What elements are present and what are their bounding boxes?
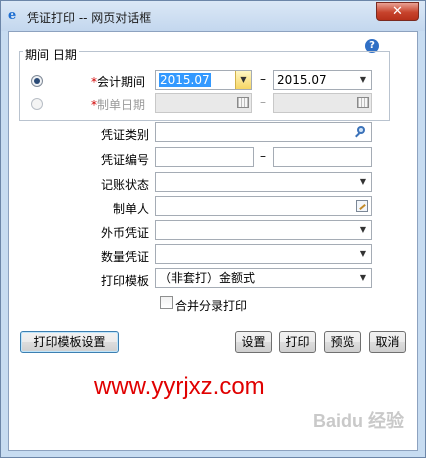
voucher-number-to-input[interactable]: [273, 147, 372, 167]
date-separator: –: [260, 95, 266, 109]
chevron-down-icon[interactable]: ▼: [355, 221, 371, 239]
calendar-icon[interactable]: [357, 97, 369, 108]
accounting-period-to-value: 2015.07: [277, 73, 327, 87]
accounting-period-radio[interactable]: [31, 75, 43, 87]
print-template-settings-button[interactable]: 打印模板设置: [20, 331, 119, 353]
voucher-type-label: 凭证类别: [101, 128, 150, 142]
settings-button[interactable]: 设置: [235, 331, 272, 353]
foreign-currency-select[interactable]: ▼: [155, 220, 372, 240]
chevron-down-icon[interactable]: ▼: [235, 71, 251, 89]
watermark-url: www.yyrjxz.com: [94, 373, 265, 400]
voucher-date-radio[interactable]: [31, 98, 43, 110]
quantity-voucher-select[interactable]: ▼: [155, 244, 372, 264]
print-template-label: 打印模板: [101, 274, 150, 288]
posting-status-select[interactable]: ▼: [155, 172, 372, 192]
chevron-down-icon[interactable]: ▼: [355, 71, 371, 89]
calendar-icon[interactable]: [237, 97, 249, 108]
merge-print-label[interactable]: 合并分录打印: [175, 297, 247, 314]
edit-list-icon[interactable]: [356, 200, 368, 212]
chevron-down-icon[interactable]: ▼: [355, 173, 371, 191]
close-button[interactable]: ✕: [376, 2, 419, 21]
preview-button[interactable]: 预览: [324, 331, 361, 353]
chevron-down-icon[interactable]: ▼: [355, 269, 371, 287]
chevron-down-icon[interactable]: ▼: [355, 245, 371, 263]
print-template-select[interactable]: （非套打）金额式 ▼: [155, 268, 372, 288]
title-bar[interactable]: e 凭证打印 -- 网页对话框 ✕: [1, 1, 425, 31]
accounting-period-label: *会计期间: [91, 75, 146, 89]
voucher-date-label: *制单日期: [91, 98, 146, 112]
voucher-number-label: 凭证编号: [101, 153, 150, 167]
voucher-date-from-input[interactable]: [155, 93, 252, 113]
search-icon[interactable]: [354, 125, 368, 139]
accounting-period-from-value: 2015.07: [159, 73, 211, 87]
voucher-number-separator: –: [260, 149, 266, 163]
preparer-input[interactable]: [155, 196, 372, 216]
voucher-date-to-input[interactable]: [273, 93, 372, 113]
cancel-button[interactable]: 取消: [369, 331, 406, 353]
period-separator: –: [260, 72, 266, 86]
ie-logo-icon: e: [8, 8, 17, 23]
quantity-voucher-label: 数量凭证: [101, 250, 150, 264]
foreign-currency-label: 外币凭证: [101, 226, 150, 240]
accounting-period-from-select[interactable]: 2015.07 ▼: [155, 70, 252, 90]
dialog-window: e 凭证打印 -- 网页对话框 ✕ ? 期间 日期 *会计期间 2015.07 …: [0, 0, 426, 458]
window-title: 凭证打印 -- 网页对话框: [27, 11, 152, 25]
baidu-jingyan-watermark: Baidu 经验: [313, 411, 405, 431]
posting-status-label: 记账状态: [101, 178, 150, 192]
print-template-value: （非套打）金额式: [159, 271, 256, 285]
accounting-period-to-select[interactable]: 2015.07 ▼: [273, 70, 372, 90]
voucher-type-input[interactable]: [155, 122, 372, 142]
preparer-label: 制单人: [113, 202, 150, 216]
period-group-legend: 期间 日期: [23, 46, 79, 63]
merge-print-checkbox[interactable]: [160, 296, 173, 309]
print-button[interactable]: 打印: [279, 331, 316, 353]
voucher-number-from-input[interactable]: [155, 147, 254, 167]
